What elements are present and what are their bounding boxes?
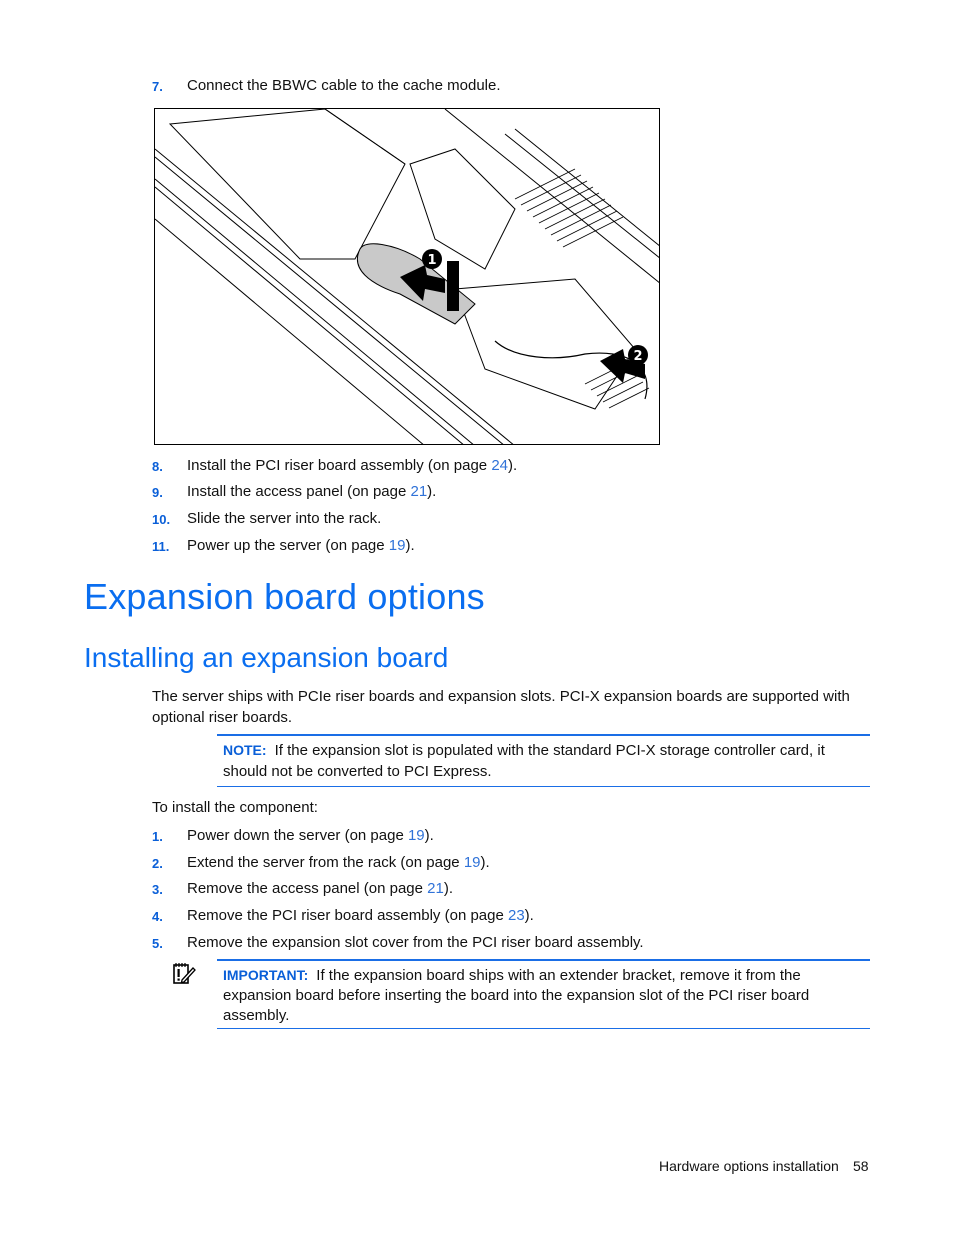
server-interior-drawing: 1 2 — [155, 109, 659, 444]
bbwc-cable-illustration: 1 2 — [154, 108, 660, 445]
step-suffix: ). — [443, 880, 454, 897]
step-number: 9. — [152, 485, 163, 500]
footer-section-name: Hardware options installation — [659, 1158, 839, 1174]
step-suffix: ). — [508, 457, 518, 474]
step-number: 1. — [152, 829, 163, 844]
procedure-intro: To install the component: — [152, 799, 318, 816]
step-text: Extend the server from the rack (on page — [187, 854, 464, 871]
step-text: Remove the access panel (on page — [187, 880, 428, 897]
page-link[interactable]: 21 — [427, 880, 444, 897]
step-text: Remove the expansion slot cover from the… — [187, 934, 644, 951]
step-text: Power up the server (on page — [187, 537, 389, 554]
step-number: 10. — [152, 512, 171, 527]
step-number: 11. — [152, 539, 170, 554]
important-text: If the expansion board ships with an ext… — [223, 967, 810, 1024]
page-link[interactable]: 21 — [410, 483, 427, 500]
step-number: 8. — [152, 459, 163, 474]
step-text: Connect the BBWC cable to the cache modu… — [187, 77, 501, 94]
step-text: Remove the PCI riser board assembly (on … — [187, 907, 508, 924]
subsection-heading: Installing an expansion board — [84, 642, 449, 673]
step-suffix: ). — [405, 537, 415, 554]
page-number: 58 — [853, 1158, 869, 1174]
step-number: 2. — [152, 856, 163, 871]
page-link[interactable]: 19 — [464, 854, 481, 871]
note-label: NOTE: — [223, 742, 267, 758]
step-suffix: ). — [480, 854, 490, 871]
step-number: 7. — [152, 79, 163, 94]
step-number: 3. — [152, 882, 163, 897]
intro-paragraph: The server ships with PCIe riser boards … — [152, 688, 850, 726]
step-text: Install the access panel (on page — [187, 483, 411, 500]
callout-1-label: 1 — [427, 253, 436, 268]
important-notepad-icon — [173, 963, 196, 984]
section-heading: Expansion board options — [84, 576, 485, 617]
callout-2-label: 2 — [633, 349, 642, 364]
page-link[interactable]: 19 — [389, 537, 406, 554]
step-suffix: ). — [424, 827, 434, 844]
step-number: 5. — [152, 936, 163, 951]
step-suffix: ). — [524, 907, 534, 924]
note-text: If the expansion slot is populated with … — [223, 742, 825, 780]
note-box: NOTE: If the expansion slot is populated … — [217, 734, 870, 787]
step-suffix: ). — [427, 483, 437, 500]
step-text: Slide the server into the rack. — [187, 510, 382, 527]
step-number: 4. — [152, 909, 163, 924]
important-label: IMPORTANT: — [223, 967, 309, 983]
page-link[interactable]: 23 — [508, 907, 525, 924]
page-link[interactable]: 19 — [408, 827, 425, 844]
important-box: IMPORTANT: If the expansion board ships w… — [217, 959, 870, 1029]
page-link[interactable]: 24 — [491, 457, 508, 474]
step-text: Power down the server (on page — [187, 827, 408, 844]
step-text: Install the PCI riser board assembly (on… — [187, 457, 492, 474]
